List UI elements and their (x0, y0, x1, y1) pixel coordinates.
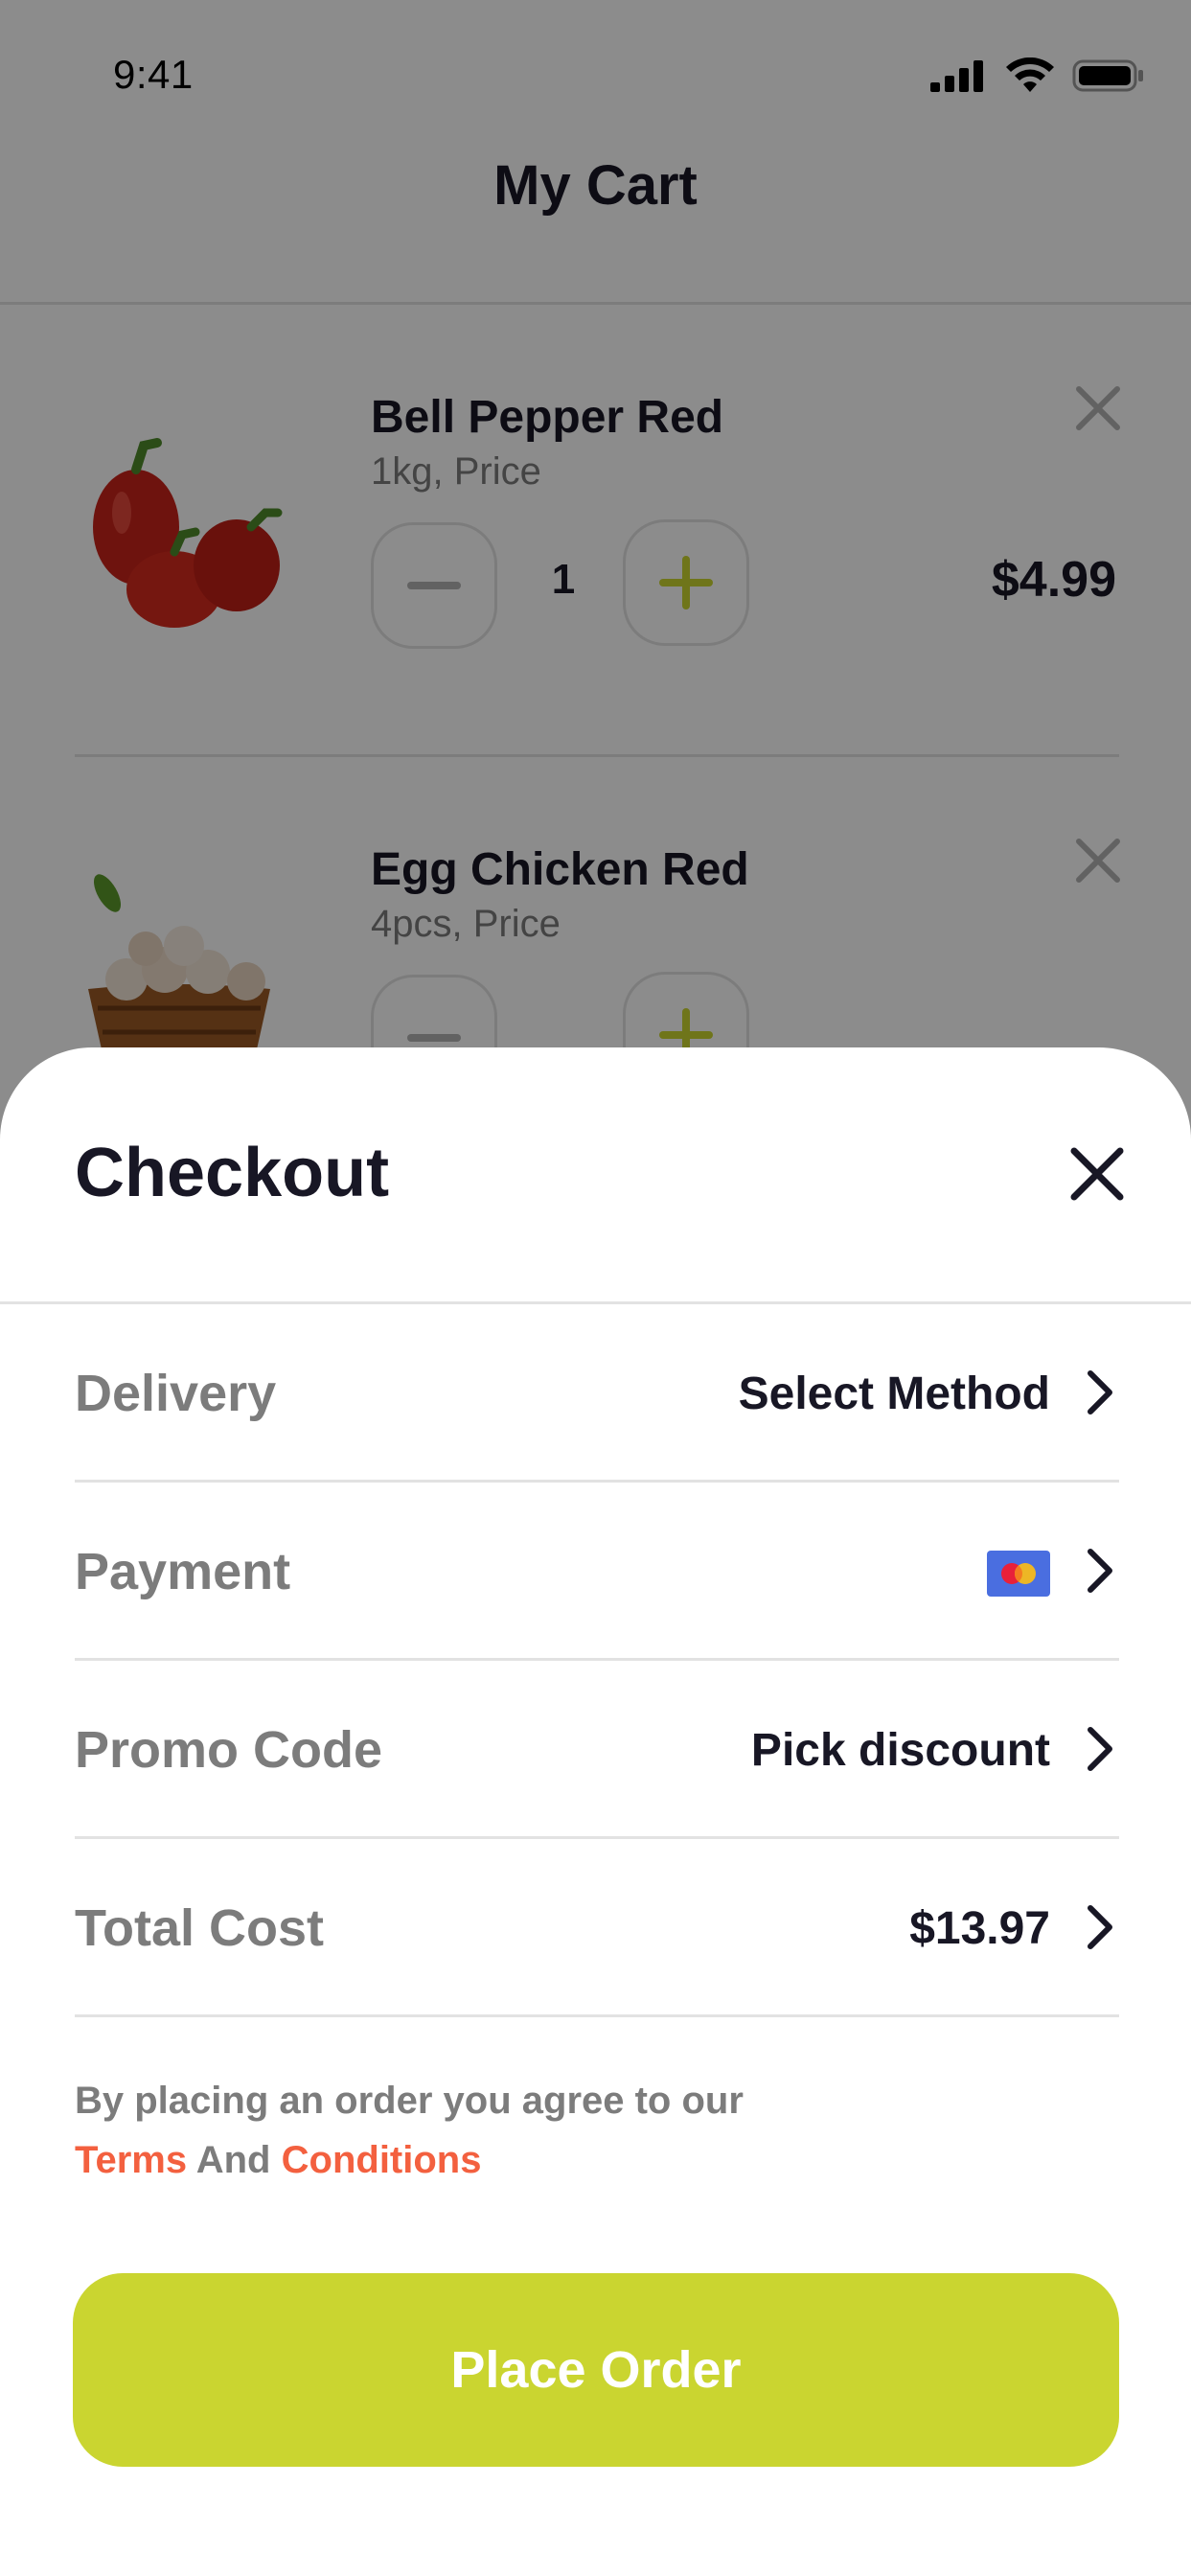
delivery-row[interactable]: Delivery Select Method (75, 1304, 1119, 1483)
checkout-title: Checkout (75, 1135, 390, 1211)
terms-and: And (195, 2139, 271, 2181)
mastercard-icon (987, 1551, 1050, 1597)
close-icon[interactable] (1066, 1143, 1128, 1205)
chevron-right-icon (1088, 1549, 1112, 1593)
chevron-right-icon (1088, 1727, 1112, 1771)
delivery-label: Delivery (75, 1365, 277, 1422)
delivery-value: Select Method (738, 1368, 1050, 1419)
place-order-button[interactable]: Place Order (73, 2273, 1119, 2467)
promo-code-value: Pick discount (750, 1725, 1050, 1776)
promo-code-label: Promo Code (75, 1721, 383, 1779)
terms-prefix: By placing an order you agree to our (75, 2080, 744, 2122)
payment-row[interactable]: Payment (75, 1483, 1119, 1661)
chevron-right-icon (1088, 1905, 1112, 1949)
checkout-sheet: Checkout Delivery Select Method Payment (0, 1047, 1191, 2576)
row-divider (75, 2014, 1119, 2017)
cart-screen: 9:41 My Cart Bell Pepper Red 1kg, Price … (0, 0, 1191, 2576)
total-cost-value: $13.97 (909, 1903, 1050, 1954)
total-cost-row[interactable]: Total Cost $13.97 (75, 1839, 1119, 2017)
promo-code-row[interactable]: Promo Code Pick discount (75, 1661, 1119, 1839)
conditions-link[interactable]: Conditions (282, 2139, 482, 2181)
terms-notice: By placing an order you agree to our Ter… (75, 2071, 937, 2190)
chevron-right-icon (1088, 1370, 1112, 1414)
terms-link[interactable]: Terms (75, 2139, 187, 2181)
total-cost-label: Total Cost (75, 1899, 324, 1957)
payment-label: Payment (75, 1543, 291, 1600)
